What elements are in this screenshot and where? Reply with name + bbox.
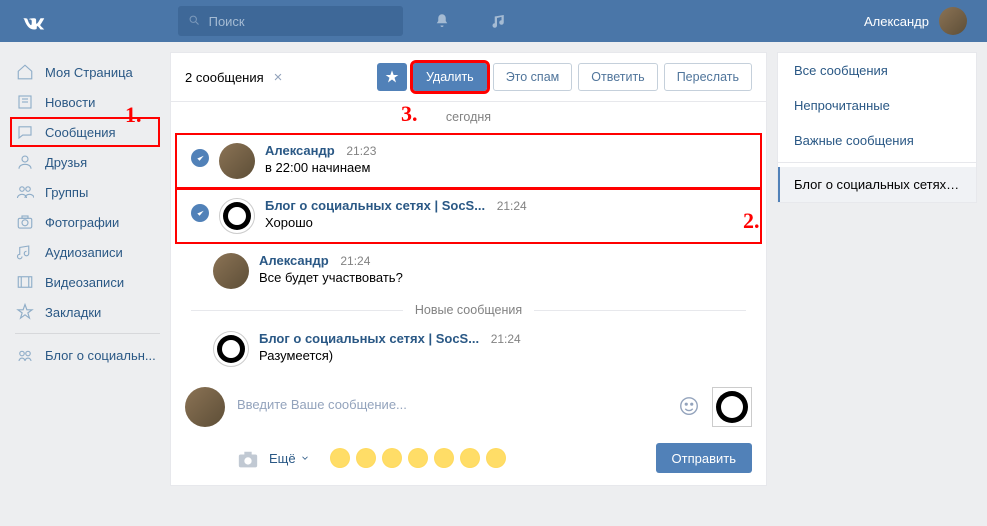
- avatar[interactable]: [213, 253, 249, 289]
- emoji[interactable]: [486, 448, 506, 468]
- chat-header: 2 сообщения × Удалить Это спам Ответить …: [171, 53, 766, 102]
- search-field[interactable]: [178, 6, 403, 36]
- filter-unread[interactable]: Непрочитанные: [778, 88, 976, 123]
- sidebar-label: Моя Страница: [45, 65, 133, 80]
- user-name: Александр: [864, 14, 929, 29]
- sidebar-item-friends[interactable]: Друзья: [10, 147, 160, 177]
- message-text: в 22:00 начинаем: [265, 160, 746, 175]
- messages-icon: [15, 122, 35, 142]
- message-time: 21:24: [491, 332, 521, 346]
- top-bar: Александр: [0, 0, 987, 42]
- sidebar-item-groups[interactable]: Группы: [10, 177, 160, 207]
- sidebar-item-bookmarks[interactable]: Закладки: [10, 297, 160, 327]
- video-icon: [15, 272, 35, 292]
- message-row[interactable]: Александр 21:23 в 22:00 начинаем: [177, 135, 760, 187]
- music-icon[interactable]: [491, 12, 509, 30]
- sidebar-label: Аудиозаписи: [45, 245, 123, 260]
- search-icon: [188, 14, 201, 28]
- sidebar-item-audio[interactable]: Аудиозаписи: [10, 237, 160, 267]
- delete-button[interactable]: Удалить: [413, 63, 487, 91]
- sidebar-item-video[interactable]: Видеозаписи: [10, 267, 160, 297]
- sidebar-item-news[interactable]: Новости: [10, 87, 160, 117]
- camera-icon: [15, 212, 35, 232]
- message-author[interactable]: Александр: [259, 253, 329, 268]
- audio-icon: [15, 242, 35, 262]
- user-icon: [15, 152, 35, 172]
- sidebar-label: Фотографии: [45, 215, 119, 230]
- message-row[interactable]: Александр 21:24 Все будет участвовать?: [171, 245, 766, 297]
- recipient-avatar[interactable]: [712, 387, 752, 427]
- right-panel: Все сообщения Непрочитанные Важные сообщ…: [777, 52, 977, 203]
- news-icon: [15, 92, 35, 112]
- sidebar-label: Новости: [45, 95, 95, 110]
- new-messages-separator: Новые сообщения: [171, 297, 766, 323]
- message-text: Хорошо: [265, 215, 746, 230]
- message-author[interactable]: Александр: [265, 143, 335, 158]
- message-author[interactable]: Блог о социальных сетях | SocS...: [265, 198, 485, 213]
- home-icon: [15, 62, 35, 82]
- sidebar-label: Блог о социальн...: [45, 348, 156, 363]
- check-icon: [191, 149, 209, 167]
- check-icon: [191, 204, 209, 222]
- filter-all[interactable]: Все сообщения: [778, 53, 976, 88]
- star-button[interactable]: [377, 63, 407, 91]
- sidebar-label: Видеозаписи: [45, 275, 124, 290]
- avatar[interactable]: [219, 198, 255, 234]
- attach-more[interactable]: Ещё: [269, 451, 310, 466]
- sidebar-label: Закладки: [45, 305, 101, 320]
- user-menu[interactable]: Александр: [864, 7, 967, 35]
- sidebar-item-messages[interactable]: Сообщения: [10, 117, 160, 147]
- separator: [778, 162, 976, 163]
- message-text: Разумеется): [259, 348, 752, 363]
- vk-logo[interactable]: [18, 7, 48, 35]
- message-time: 21:23: [346, 144, 376, 158]
- sidebar-label: Группы: [45, 185, 88, 200]
- message-row[interactable]: Блог о социальных сетях | SocS... 21:24 …: [177, 190, 760, 242]
- clear-selection[interactable]: ×: [270, 69, 287, 86]
- avatar[interactable]: [219, 143, 255, 179]
- community-icon: [15, 345, 35, 365]
- avatar[interactable]: [213, 331, 249, 367]
- sidebar-label: Друзья: [45, 155, 87, 170]
- message-text: Все будет участвовать?: [259, 270, 752, 285]
- emoji[interactable]: [382, 448, 402, 468]
- groups-icon: [15, 182, 35, 202]
- star-icon: [15, 302, 35, 322]
- active-conversation[interactable]: Блог о социальных сетях | ...: [778, 167, 976, 202]
- emoji[interactable]: [408, 448, 428, 468]
- attach-photo-icon[interactable]: [237, 449, 259, 467]
- emoji-picker-icon[interactable]: [678, 395, 700, 417]
- date-separator: сегодня: [171, 102, 766, 132]
- message-row[interactable]: Блог о социальных сетях | SocS... 21:24 …: [171, 323, 766, 375]
- selection-count: 2 сообщения: [185, 70, 264, 85]
- emoji[interactable]: [460, 448, 480, 468]
- filter-important[interactable]: Важные сообщения: [778, 123, 976, 158]
- user-avatar: [939, 7, 967, 35]
- send-button[interactable]: Отправить: [656, 443, 752, 473]
- message-time: 21:24: [497, 199, 527, 213]
- sidebar-separator: [15, 333, 160, 334]
- message-author[interactable]: Блог о социальных сетях | SocS...: [259, 331, 479, 346]
- sidebar-item-my-page[interactable]: Моя Страница: [10, 57, 160, 87]
- sidebar-item-photos[interactable]: Фотографии: [10, 207, 160, 237]
- bell-icon[interactable]: [433, 12, 451, 30]
- emoji[interactable]: [330, 448, 350, 468]
- emoji[interactable]: [434, 448, 454, 468]
- emoji-quick-row: [330, 448, 506, 468]
- reply-button[interactable]: Ответить: [578, 63, 657, 91]
- search-input[interactable]: [209, 14, 393, 29]
- forward-button[interactable]: Переслать: [664, 63, 752, 91]
- left-sidebar: Моя Страница Новости Сообщения Друзья Гр…: [10, 52, 160, 370]
- message-time: 21:24: [340, 254, 370, 268]
- my-avatar: [185, 387, 225, 427]
- compose-area: Введите Ваше сообщение... Ещё: [171, 375, 766, 485]
- emoji[interactable]: [356, 448, 376, 468]
- chat-panel: 2 сообщения × Удалить Это спам Ответить …: [170, 52, 767, 486]
- spam-button[interactable]: Это спам: [493, 63, 573, 91]
- message-input[interactable]: Введите Ваше сообщение...: [237, 387, 666, 427]
- top-icons: [433, 12, 509, 30]
- sidebar-label: Сообщения: [45, 125, 116, 140]
- sidebar-item-blog[interactable]: Блог о социальн...: [10, 340, 160, 370]
